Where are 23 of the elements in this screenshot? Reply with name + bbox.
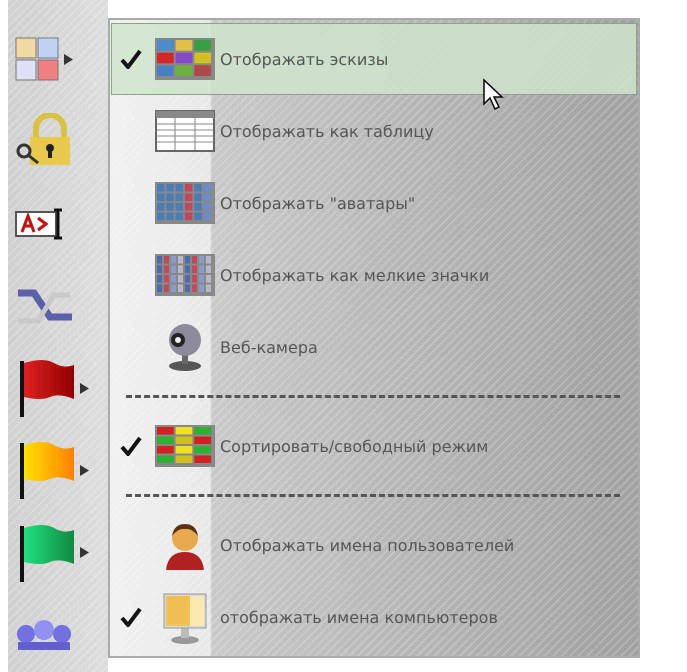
menu-item[interactable]: Отображать "аватары" [111,167,637,239]
menu-item-label: отображать имена компьютеров [220,608,498,626]
table-icon [155,110,215,152]
menu-item[interactable]: Веб-камера [111,311,637,383]
menu-item-label: Веб-камера [220,338,318,356]
users-icon [14,620,74,650]
tiles-icon [14,36,60,82]
menu-item[interactable]: Отображать как таблицу [111,95,637,167]
thumbnails-icon [155,38,215,80]
menu-item-label: Отображать как таблицу [220,122,434,140]
menu-item-label: Сортировать/свободный режим [220,436,488,456]
menu-item[interactable]: Отображать эскизы [111,23,637,95]
menu-item[interactable]: Отображать как мелкие значки [111,239,637,311]
small-icons-icon [155,254,215,296]
menu-item[interactable]: отображать имена компьютеров [111,581,637,653]
menu-item[interactable]: Сортировать/свободный режим [111,410,637,482]
menu-item-label: Отображать "аватары" [220,194,416,212]
menu-item[interactable]: Отображать имена пользователей [111,509,637,581]
menu-item-label: Отображать как мелкие значки [220,266,490,284]
avatars-icon [155,182,215,224]
sort-grid-icon [155,425,215,467]
menu-item-label: Отображать эскизы [220,50,388,68]
menu-item-label: Отображать имена пользователей [220,536,514,554]
